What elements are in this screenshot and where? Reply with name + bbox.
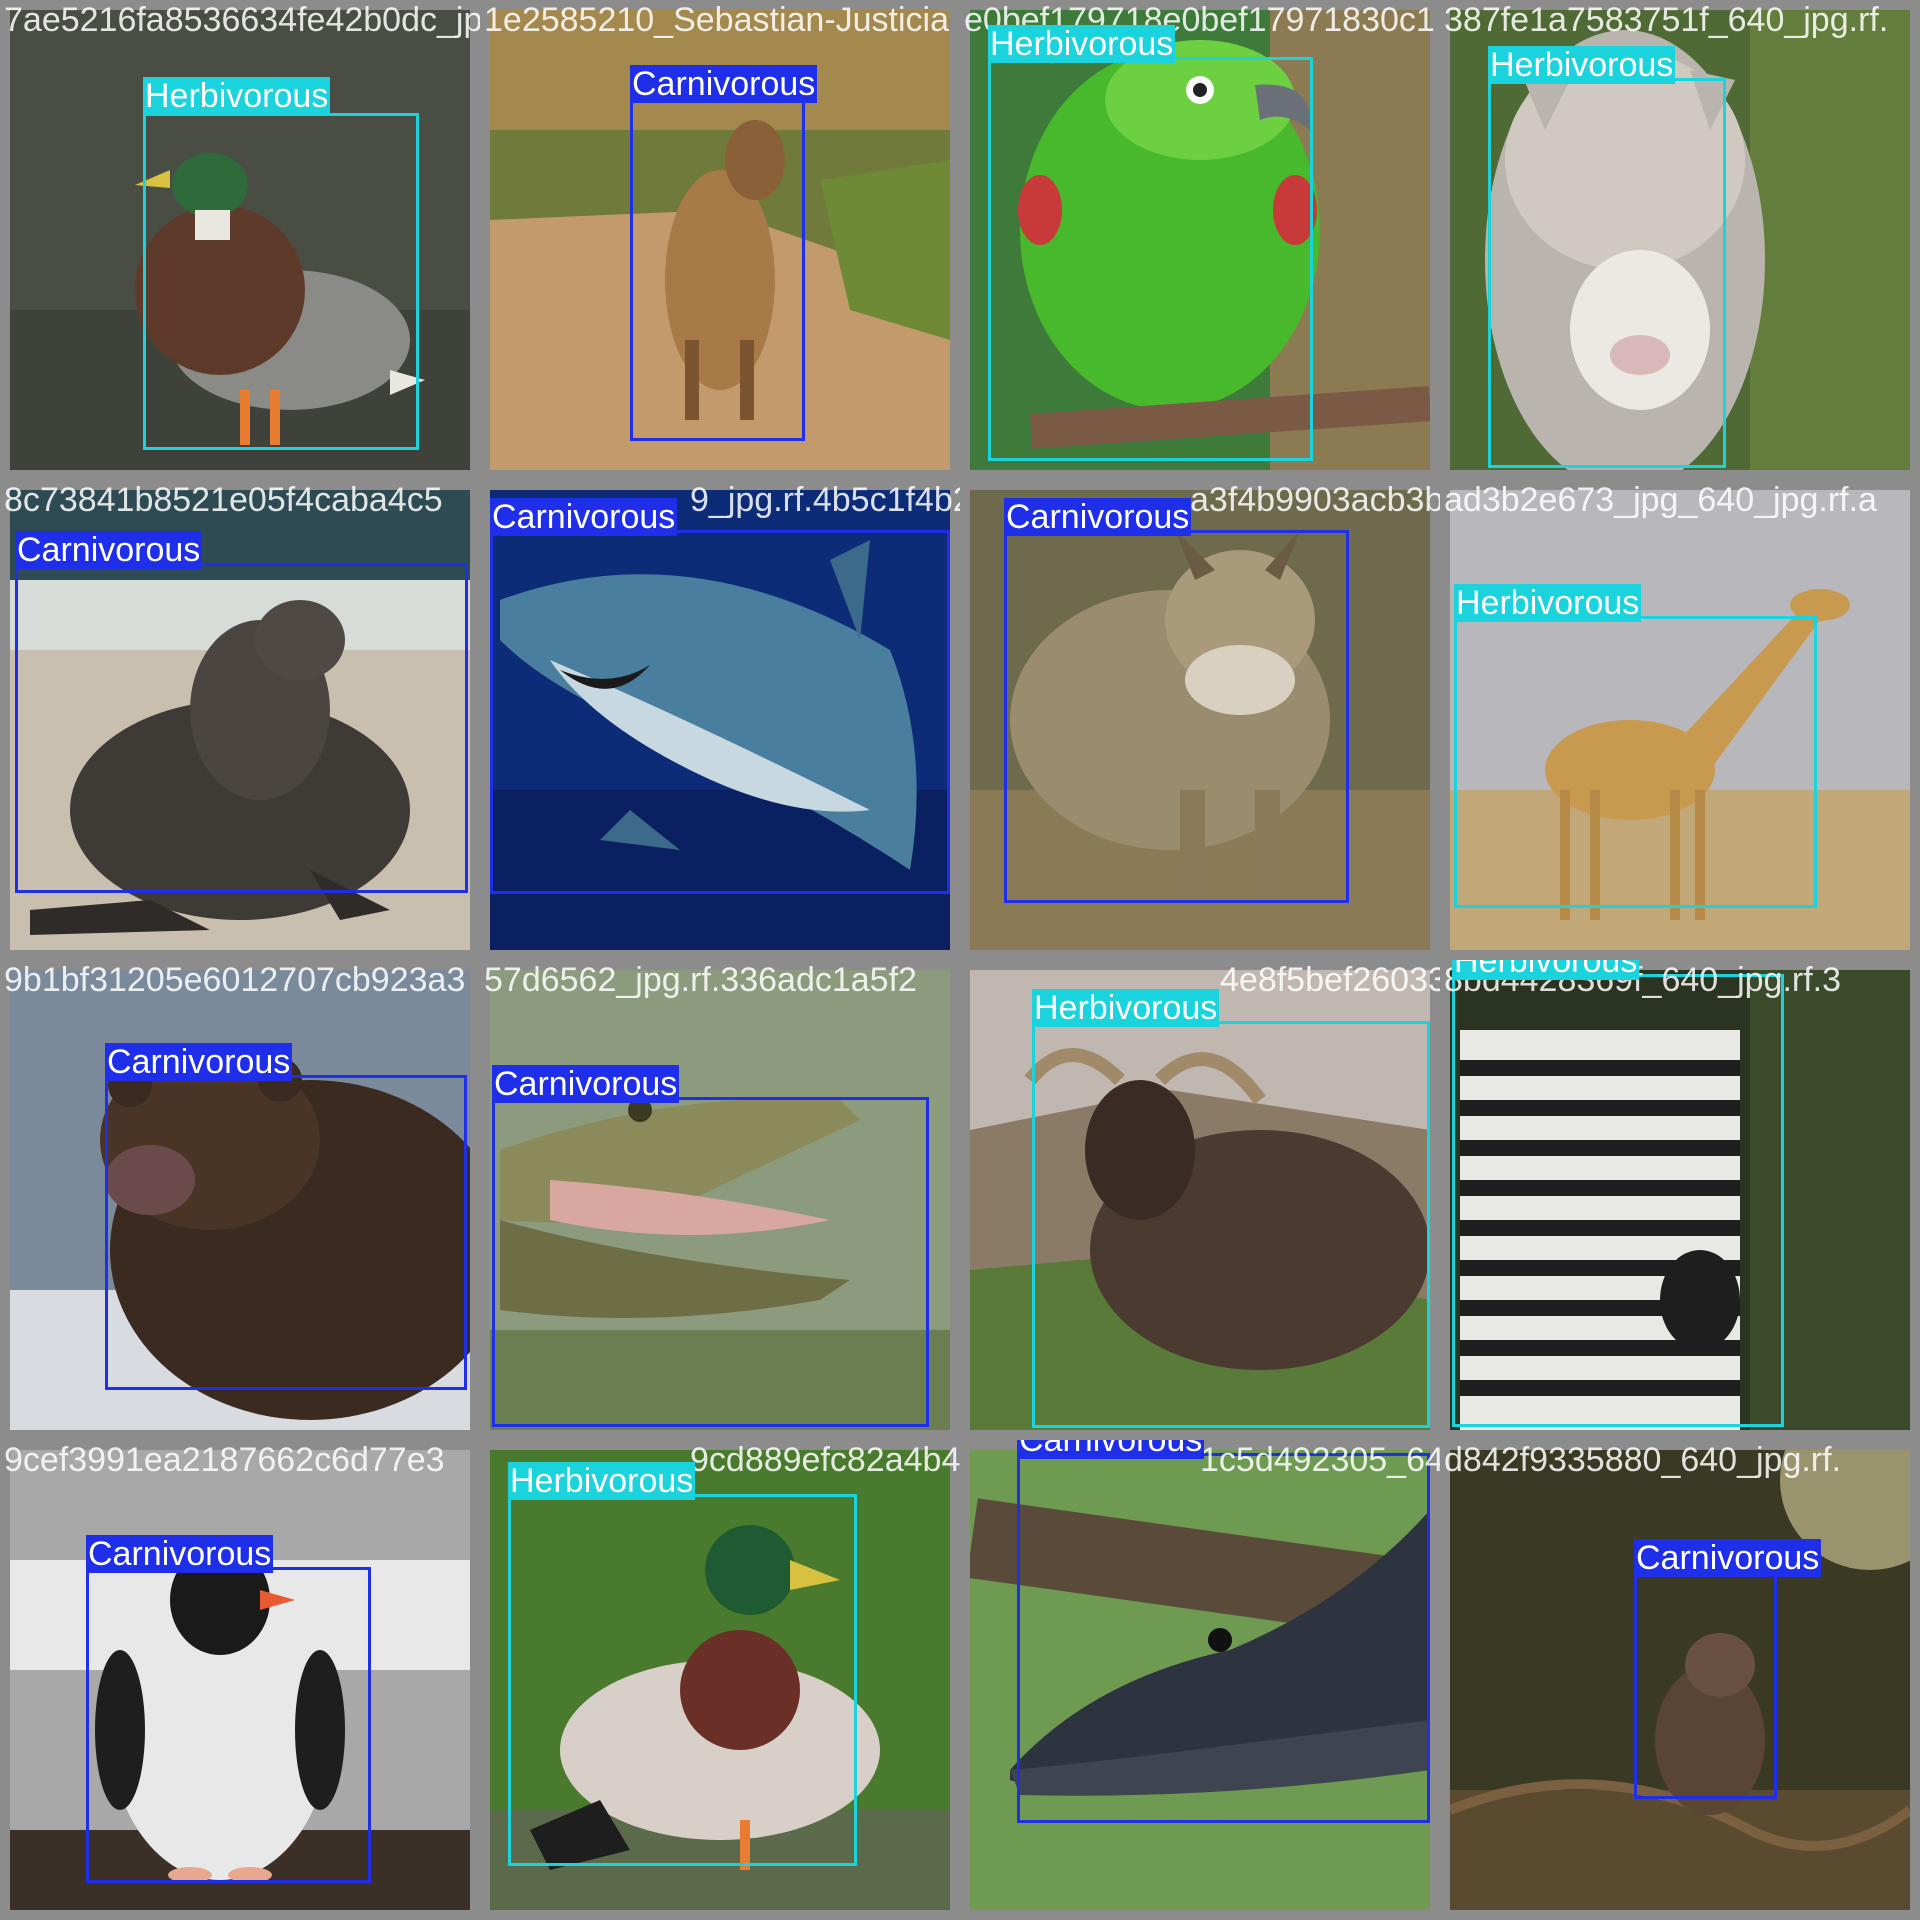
tile-penguin: Carnivorous 9cef3991ea2187662c6d77e3 [0,1440,480,1920]
tile-bear-cub: Carnivorous d842f9335880_640_jpg.rf. [1440,1440,1920,1920]
filename-label: 7ae5216fa8536634fe42b0dc_jpg.rf [4,1,480,39]
class-label: Herbivorous [1488,46,1676,84]
bounding-box [988,57,1313,461]
filename-label: d842f9335880_640_jpg.rf. [1444,1441,1842,1479]
class-label: Herbivorous [143,77,331,115]
bounding-box [1634,1571,1777,1799]
bounding-box [1017,1453,1430,1823]
class-label: Carnivorous [86,1535,274,1573]
tile-caiman: Carnivorous 57d6562_jpg.rf.336adc1a5f2 [480,960,960,1440]
bounding-box [508,1494,857,1866]
tile-goat: Herbivorous 4e8f5bef260335c6 [960,960,1440,1440]
filename-label: 57d6562_jpg.rf.336adc1a5f2 [484,961,917,999]
bounding-box [1454,616,1817,908]
filename-label: 9cd889efc82a4b45 [690,1441,960,1479]
class-label: Herbivorous [1032,989,1220,1027]
tile-sealion: Carnivorous 8c73841b8521e05f4caba4c5 [0,480,480,960]
class-label: Carnivorous [105,1043,293,1081]
filename-label: 9_jpg.rf.4b5c1f4b2 [690,481,960,519]
filename-label: 4e8f5bef260335c6 [1220,961,1440,999]
tile-shark: Carnivorous 9_jpg.rf.4b5c1f4b2 [480,480,960,960]
class-label: Carnivorous [15,531,203,569]
tile-parrot: Herbivorous e0bef179718e0bef17971830c1 [960,0,1440,480]
bounding-box [1004,530,1349,903]
class-label: Carnivorous [1634,1539,1822,1577]
bounding-box [1452,974,1784,1427]
filename-label: a3f4b9903acb3b2e673_jpg.rf. [1190,481,1440,519]
bounding-box [15,563,468,893]
class-label: Carnivorous [492,1065,680,1103]
tile-alligator: Carnivorous 1c5d492305_640_jpg.rf [960,1440,1440,1920]
mosaic-grid: Herbivorous 7ae5216fa8536634fe42b0dc_jpg… [0,0,1920,1920]
filename-label: 387fe1a7583751f_640_jpg.rf. [1444,1,1889,39]
tile-duck-1: Herbivorous 7ae5216fa8536634fe42b0dc_jpg… [0,0,480,480]
bounding-box [143,113,419,450]
tile-alpaca: Herbivorous 387fe1a7583751f_640_jpg.rf. [1440,0,1920,480]
class-label: Herbivorous [1452,960,1640,980]
bounding-box [492,1097,929,1427]
bounding-box [490,530,950,894]
bounding-box [105,1075,467,1390]
filename-label: 9b1bf31205e6012707cb923a3 [4,961,466,999]
bounding-box [1488,78,1726,468]
filename-label: 1e2585210_Sebastian-Justicia [484,1,950,39]
class-label: Herbivorous [508,1462,696,1500]
class-label: Carnivorous [1004,498,1192,536]
class-label: Carnivorous [630,65,818,103]
class-label: Carnivorous [490,498,678,536]
tile-duck-2: Herbivorous 9cd889efc82a4b45 [480,1440,960,1920]
bounding-box [86,1567,371,1883]
bounding-box [630,97,805,441]
filename-label: 9cef3991ea2187662c6d77e3 [4,1441,445,1479]
tile-hyena: Carnivorous 1e2585210_Sebastian-Justicia [480,0,960,480]
tile-bear: Carnivorous 9b1bf31205e6012707cb923a3 [0,960,480,1440]
class-label: Herbivorous [988,25,1176,63]
tile-zebra: Herbivorous 8bd4428369f_640_jpg.rf.3 [1440,960,1920,1440]
tile-giraffe: Herbivorous ad3b2e673_jpg_640_jpg.rf.a [1440,480,1920,960]
tile-lynx: Carnivorous a3f4b9903acb3b2e673_jpg.rf. [960,480,1440,960]
filename-label: 8c73841b8521e05f4caba4c5 [4,481,443,519]
class-label: Carnivorous [1017,1440,1205,1459]
class-label: Herbivorous [1454,584,1642,622]
filename-label: ad3b2e673_jpg_640_jpg.rf.a [1444,481,1877,519]
bounding-box [1032,1021,1430,1428]
filename-label: 1c5d492305_640_jpg.rf [1200,1441,1440,1479]
